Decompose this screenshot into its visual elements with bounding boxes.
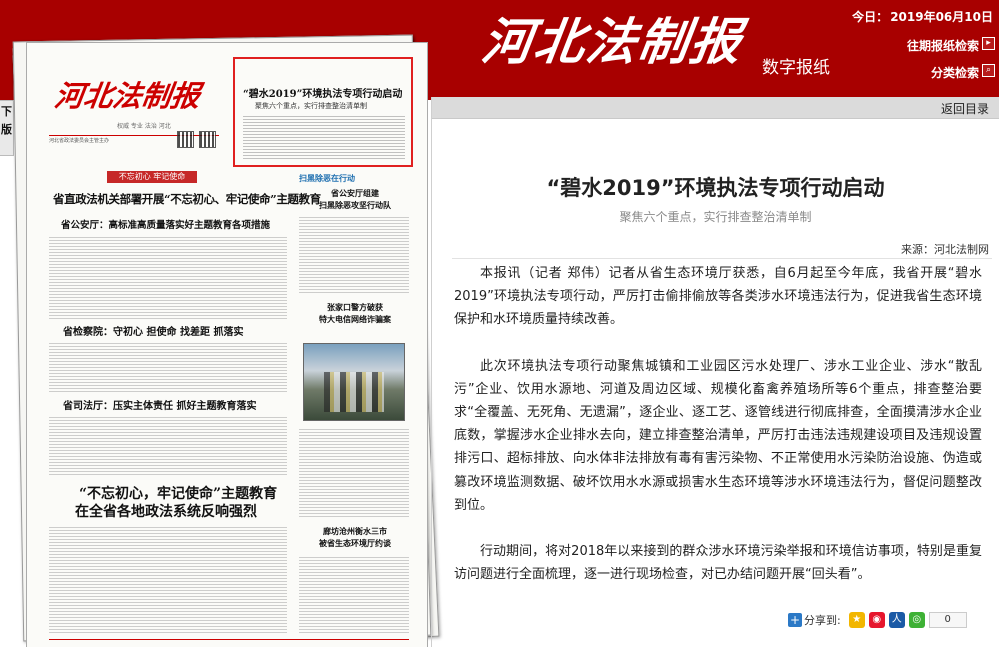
digital-edition-label: 数字报纸 <box>762 58 830 78</box>
paper-text-block <box>49 525 287 633</box>
paper-headline[interactable]: 省直政法机关部署开展“不忘初心、牢记使命”主题教育 <box>53 191 321 207</box>
paper-text-block <box>299 215 409 295</box>
history-search-link[interactable]: 往期报纸检索 <box>907 37 979 54</box>
paper-headline[interactable]: 省司法厅：压实主体责任 抓好主题教育落实 <box>63 397 256 412</box>
category-search-link[interactable]: 分类检索 <box>931 64 979 81</box>
share-count: 0 <box>928 612 967 628</box>
article-hotspot-highlight[interactable]: “碧水2019”环境执法专项行动启动 聚焦六个重点，实行排查整治清单制 <box>233 57 413 167</box>
teaser-title: “碧水2019”环境执法专项行动启动 <box>243 89 403 100</box>
paper-headline[interactable]: 省公安厅：高标准高质量落实好主题教育各项措施 <box>61 217 270 231</box>
paper-footer <box>49 639 409 647</box>
newspaper-page-stack: 河北法制报 权威 专业 法治 河北 河北省政法委员会主管主办 “碧水2019”环… <box>12 32 440 647</box>
divider <box>452 258 992 259</box>
paper-slogan: 权威 专业 法治 河北 <box>117 123 171 130</box>
qr-code-icon <box>199 131 216 148</box>
date-label: 今日： <box>852 10 889 24</box>
paper-text-block <box>49 235 287 319</box>
today-date: 今日： 2019年06月10日 <box>852 8 993 25</box>
news-photo <box>303 343 405 421</box>
newspaper-front-page[interactable]: 河北法制报 权威 专业 法治 河北 河北省政法委员会主管主办 “碧水2019”环… <box>26 42 428 647</box>
paper-text-block <box>299 427 409 519</box>
date-value: 2019年06月10日 <box>890 10 993 24</box>
qr-code-icon <box>177 131 194 148</box>
share-bar: + 分享到: ★ ◉ 人 ◎ 0 <box>788 612 967 630</box>
article-source: 来源：河北法制网 <box>901 243 989 256</box>
section-band-right: 扫黑除恶在行动 <box>299 174 355 183</box>
article-paragraph: 本报讯（记者 郑伟）记者从省生态环境厅获悉，自6月起至今年底，我省开展“碧水20… <box>454 266 982 328</box>
share-label: 分享到: <box>804 614 841 627</box>
article-toolbar: 返回目录 <box>432 97 999 119</box>
paper-headline[interactable]: 在全省各地政法系统反响强烈 <box>75 501 257 521</box>
article-body: 本报讯（记者 郑伟）记者从省生态环境厅获悉，自6月起至今年底，我省开展“碧水20… <box>454 262 982 609</box>
article-title: “碧水2019”环境执法专项行动启动 <box>546 176 885 200</box>
article-paragraph: 此次环境执法专项行动聚焦城镇和工业园区污水处理厂、涉水工业企业、涉水“散乱污”企… <box>454 358 982 513</box>
share-plus-icon[interactable]: + <box>788 613 802 627</box>
masthead-logo: 河北法制报 <box>478 12 747 71</box>
paper-text-block <box>299 555 409 633</box>
section-band-left: 不忘初心 牢记使命 <box>107 171 197 183</box>
paper-side-headline[interactable]: 张家口警方破获 特大电信网络诈骗案 <box>297 301 413 325</box>
teaser-subtitle: 聚焦六个重点，实行排查整治清单制 <box>255 102 367 110</box>
renren-icon[interactable]: 人 <box>888 612 905 628</box>
teaser-text-block <box>243 114 405 160</box>
qzone-icon[interactable]: ★ <box>848 612 865 628</box>
paper-text-block <box>49 341 287 393</box>
weibo-icon[interactable]: ◉ <box>868 612 885 628</box>
paper-masthead: 河北法制报 <box>52 79 203 113</box>
category-search-icon[interactable]: ⌕ <box>982 64 995 77</box>
history-search-icon[interactable]: ▸ <box>982 37 995 50</box>
back-to-index-link[interactable]: 返回目录 <box>941 100 989 117</box>
paper-headline[interactable]: 省检察院：守初心 担使命 找差距 抓落实 <box>63 323 243 338</box>
paper-side-headline[interactable]: 廊坊沧州衡水三市 被省生态环境厅约谈 <box>297 525 413 549</box>
article-subtitle: 聚焦六个重点，实行排查整治清单制 <box>619 210 812 224</box>
wechat-icon[interactable]: ◎ <box>908 612 925 628</box>
paper-side-headline[interactable]: 省公安厅组建 扫黑除恶攻坚行动队 <box>297 187 413 211</box>
paper-text-block <box>49 415 287 475</box>
paper-headline[interactable]: “不忘初心，牢记使命”主题教育 <box>79 483 277 503</box>
article-paragraph: 行动期间，将对2018年以来接到的群众涉水环境污染举报和环境信访事项，特别是重复… <box>454 544 982 583</box>
